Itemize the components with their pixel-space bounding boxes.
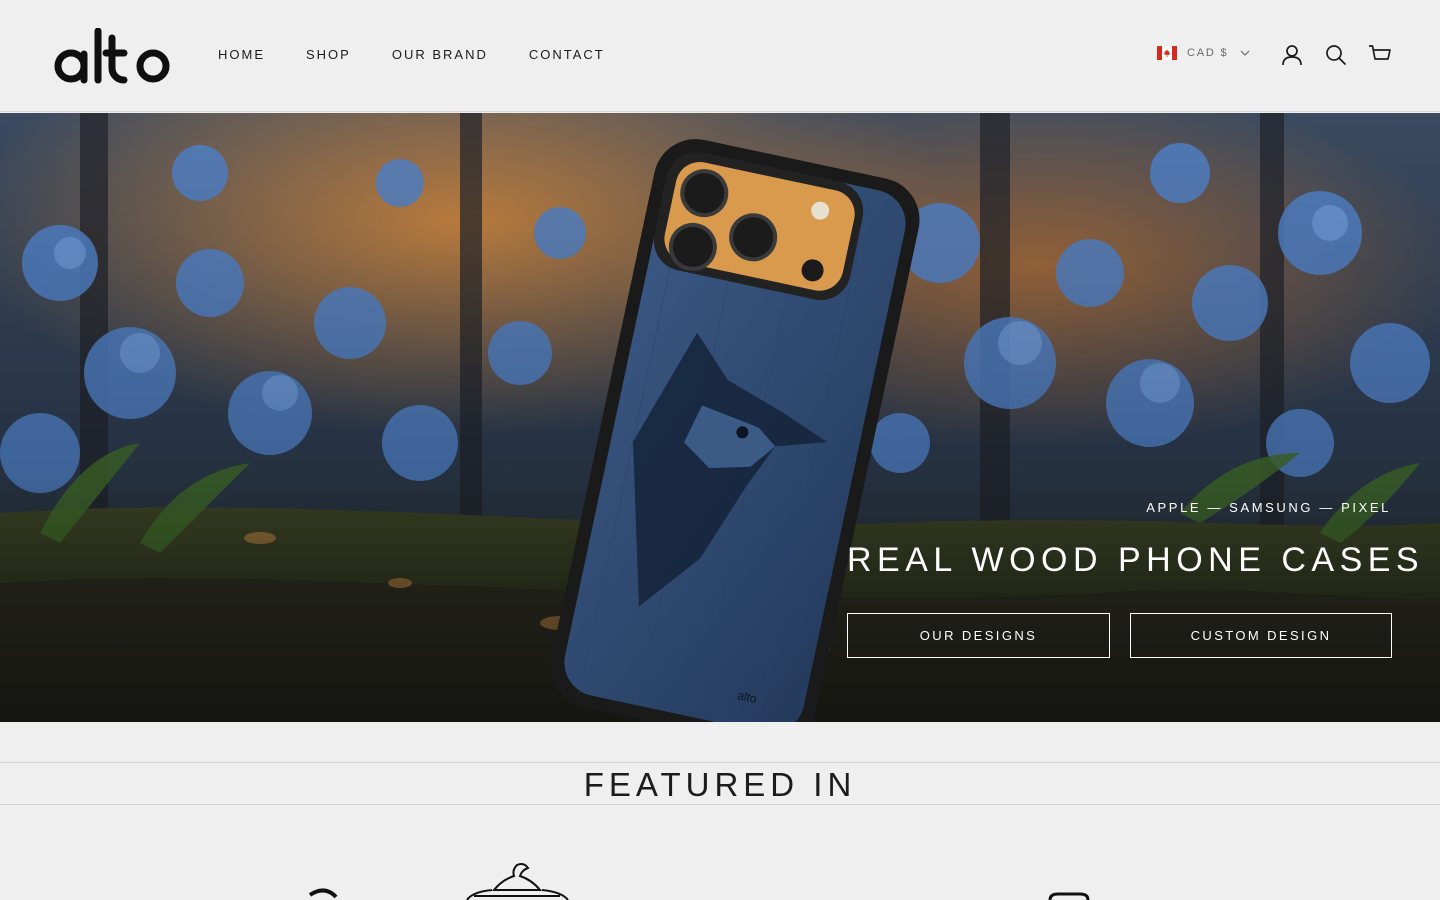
cart-icon[interactable]: [1368, 43, 1392, 67]
nav-contact[interactable]: CONTACT: [529, 47, 605, 62]
featured-in-section: FEATURED IN: [0, 762, 1440, 805]
account-icon[interactable]: [1280, 43, 1304, 67]
currency-selector[interactable]: CAD $: [1157, 46, 1250, 60]
currency-label: CAD $: [1187, 47, 1229, 59]
press-logo-3: [1048, 892, 1090, 900]
hero-banner: alto APPLE — SAMSUNG — PIXEL REAL WOOD P…: [0, 113, 1440, 722]
nav-shop[interactable]: SHOP: [306, 47, 351, 62]
main-nav: HOME SHOP OUR BRAND CONTACT: [218, 47, 646, 62]
hero-eyebrow: APPLE — SAMSUNG — PIXEL: [1146, 500, 1391, 515]
featured-title: FEATURED IN: [583, 766, 857, 803]
search-icon[interactable]: [1324, 43, 1348, 67]
site-header: HOME SHOP OUR BRAND CONTACT CAD $: [0, 0, 1440, 112]
canada-flag-icon: [1157, 46, 1177, 60]
hero-copy: APPLE — SAMSUNG — PIXEL: [1146, 500, 1391, 515]
custom-design-button[interactable]: CUSTOM DESIGN: [1130, 613, 1392, 658]
nav-our-brand[interactable]: OUR BRAND: [392, 47, 488, 62]
our-designs-button[interactable]: OUR DESIGNS: [847, 613, 1110, 658]
alto-logo[interactable]: [54, 28, 174, 86]
press-logo-dragon: [466, 863, 569, 900]
hero-title: REAL WOOD PHONE CASES: [847, 541, 1425, 579]
chevron-down-icon: [1240, 50, 1250, 56]
press-logo-1: [308, 888, 338, 899]
nav-home[interactable]: HOME: [218, 47, 265, 62]
